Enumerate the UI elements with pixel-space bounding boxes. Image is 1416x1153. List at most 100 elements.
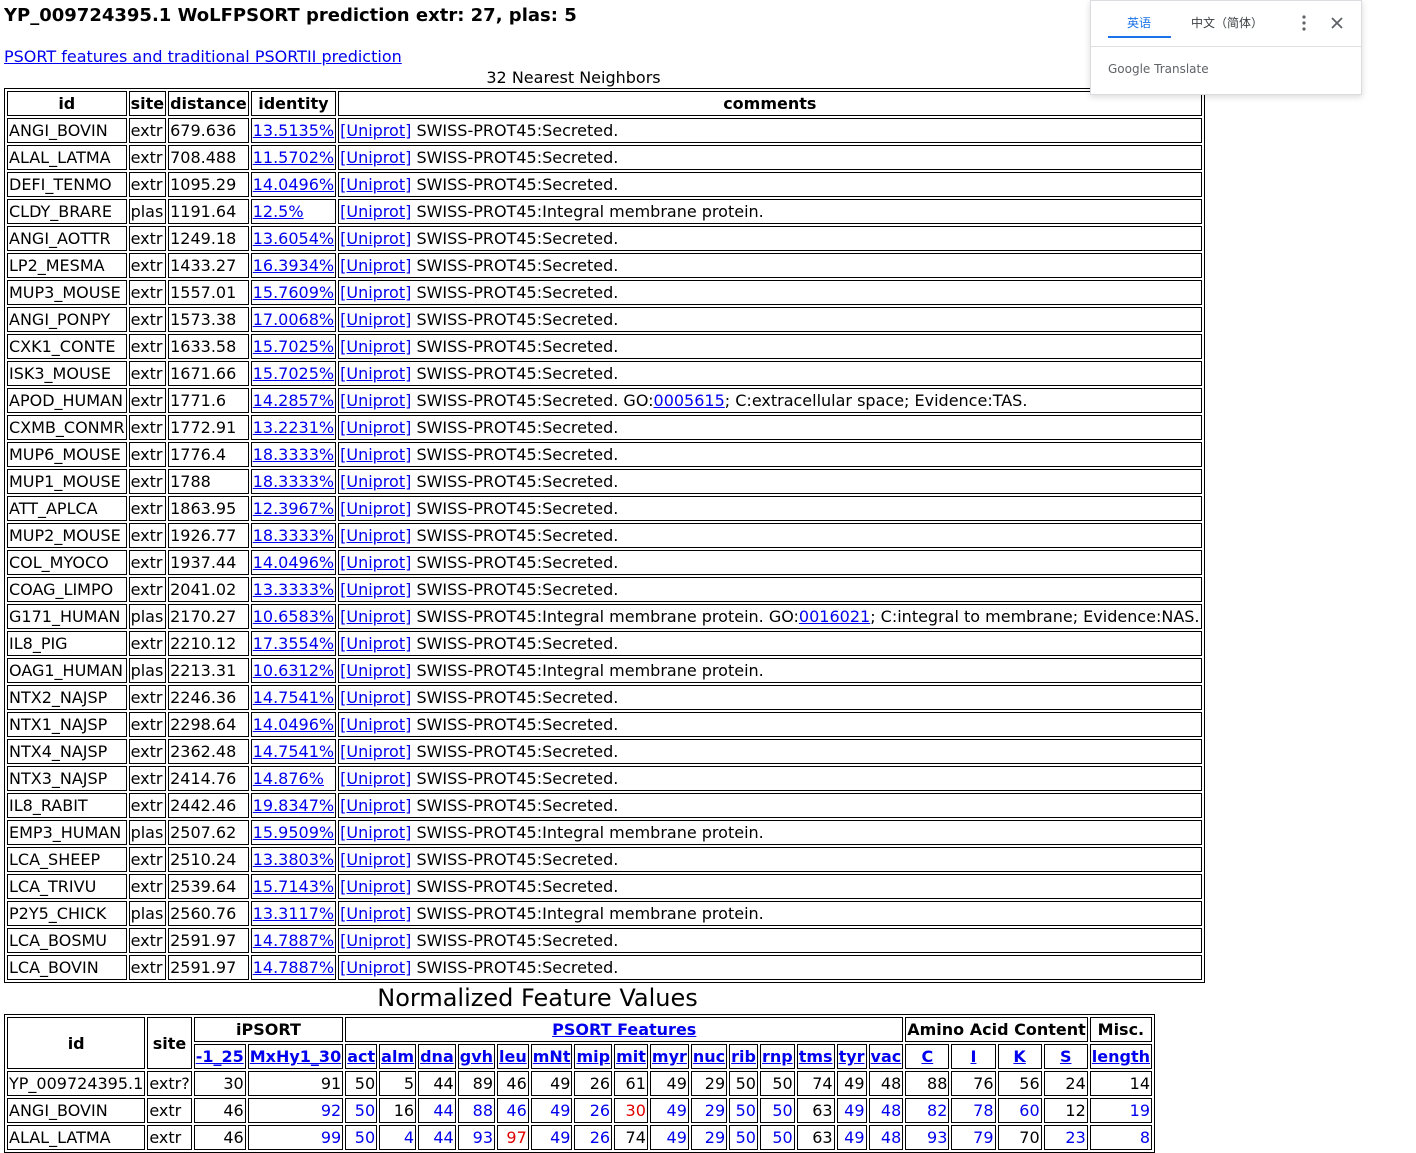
nn-identity-cell[interactable]: 19.8347% xyxy=(250,793,337,818)
feature-column-header[interactable]: mip xyxy=(574,1044,613,1069)
uniprot-link[interactable]: [Uniprot] xyxy=(340,607,411,626)
nn-identity-link[interactable]: 12.3967% xyxy=(253,499,334,518)
feature-column-sort-link[interactable]: tms xyxy=(799,1047,833,1066)
feature-column-header[interactable]: tyr xyxy=(836,1044,867,1069)
nn-identity-link[interactable]: 14.0496% xyxy=(253,553,334,572)
nn-identity-cell[interactable]: 11.5702% xyxy=(250,145,337,170)
nn-identity-link[interactable]: 16.3934% xyxy=(253,256,334,275)
feature-column-sort-link[interactable]: rnp xyxy=(762,1047,793,1066)
feature-column-header[interactable]: leu xyxy=(497,1044,529,1069)
feature-column-sort-link[interactable]: rib xyxy=(731,1047,756,1066)
nn-identity-cell[interactable]: 13.2231% xyxy=(250,415,337,440)
translate-tab-chinese-simplified[interactable]: 中文（简体） xyxy=(1191,14,1263,31)
feature-column-header[interactable]: myr xyxy=(649,1044,689,1069)
feature-column-sort-link[interactable]: myr xyxy=(652,1047,687,1066)
uniprot-link[interactable]: [Uniprot] xyxy=(340,229,411,248)
feature-column-sort-link[interactable]: MxHy1_30 xyxy=(250,1047,341,1066)
feature-column-sort-link[interactable]: K xyxy=(1013,1047,1025,1066)
nn-identity-cell[interactable]: 13.3803% xyxy=(250,847,337,872)
nn-identity-cell[interactable]: 12.3967% xyxy=(250,496,337,521)
nn-identity-link[interactable]: 13.5135% xyxy=(253,121,334,140)
nn-identity-link[interactable]: 14.7887% xyxy=(253,958,334,977)
nn-identity-cell[interactable]: 14.7887% xyxy=(250,928,337,953)
nn-identity-link[interactable]: 14.7541% xyxy=(253,742,334,761)
nn-identity-cell[interactable]: 13.6054% xyxy=(250,226,337,251)
feature-column-header[interactable]: vac xyxy=(868,1044,904,1069)
nn-identity-cell[interactable]: 12.5% xyxy=(250,199,337,224)
go-term-link[interactable]: 0005615 xyxy=(654,391,725,410)
feature-column-header[interactable]: C xyxy=(905,1044,950,1069)
feature-column-header[interactable]: act xyxy=(345,1044,378,1069)
feature-column-header[interactable]: length xyxy=(1089,1044,1152,1069)
nn-identity-link[interactable]: 13.3803% xyxy=(253,850,334,869)
feature-column-header[interactable]: tms xyxy=(796,1044,835,1069)
feature-column-header[interactable]: rib xyxy=(729,1044,758,1069)
nn-identity-cell[interactable]: 14.7887% xyxy=(250,955,337,980)
nn-identity-link[interactable]: 14.876% xyxy=(253,769,324,788)
nn-identity-cell[interactable]: 14.7541% xyxy=(250,685,337,710)
nn-identity-link[interactable]: 15.7143% xyxy=(253,877,334,896)
nn-identity-link[interactable]: 14.0496% xyxy=(253,175,334,194)
nn-identity-link[interactable]: 18.3333% xyxy=(253,445,334,464)
feature-column-sort-link[interactable]: mit xyxy=(616,1047,646,1066)
feature-column-sort-link[interactable]: mNt xyxy=(533,1047,571,1066)
nn-identity-link[interactable]: 12.5% xyxy=(253,202,304,221)
feature-column-header[interactable]: rnp xyxy=(759,1044,795,1069)
uniprot-link[interactable]: [Uniprot] xyxy=(340,931,411,950)
feature-column-sort-link[interactable]: vac xyxy=(871,1047,902,1066)
uniprot-link[interactable]: [Uniprot] xyxy=(340,175,411,194)
nn-identity-link[interactable]: 14.2857% xyxy=(253,391,334,410)
nn-identity-cell[interactable]: 14.7541% xyxy=(250,739,337,764)
feature-column-header[interactable]: gvh xyxy=(457,1044,496,1069)
uniprot-link[interactable]: [Uniprot] xyxy=(340,715,411,734)
psort-features-header-link[interactable]: PSORT Features xyxy=(552,1020,696,1039)
feature-column-sort-link[interactable]: mip xyxy=(576,1047,610,1066)
nn-identity-cell[interactable]: 14.0496% xyxy=(250,550,337,575)
nn-identity-link[interactable]: 13.2231% xyxy=(253,418,334,437)
feature-column-header[interactable]: dna xyxy=(418,1044,456,1069)
uniprot-link[interactable]: [Uniprot] xyxy=(340,958,411,977)
nn-identity-cell[interactable]: 13.3333% xyxy=(250,577,337,602)
uniprot-link[interactable]: [Uniprot] xyxy=(340,877,411,896)
nn-identity-cell[interactable]: 14.0496% xyxy=(250,712,337,737)
nn-identity-cell[interactable]: 10.6583% xyxy=(250,604,337,629)
uniprot-link[interactable]: [Uniprot] xyxy=(340,148,411,167)
nn-identity-link[interactable]: 19.8347% xyxy=(253,796,334,815)
uniprot-link[interactable]: [Uniprot] xyxy=(340,121,411,140)
nn-identity-cell[interactable]: 17.3554% xyxy=(250,631,337,656)
uniprot-link[interactable]: [Uniprot] xyxy=(340,391,411,410)
uniprot-link[interactable]: [Uniprot] xyxy=(340,310,411,329)
feature-column-sort-link[interactable]: I xyxy=(970,1047,976,1066)
uniprot-link[interactable]: [Uniprot] xyxy=(340,418,411,437)
nn-identity-cell[interactable]: 18.3333% xyxy=(250,442,337,467)
nn-identity-cell[interactable]: 15.7609% xyxy=(250,280,337,305)
nn-identity-link[interactable]: 15.9509% xyxy=(253,823,334,842)
nn-identity-link[interactable]: 13.3333% xyxy=(253,580,334,599)
uniprot-link[interactable]: [Uniprot] xyxy=(340,499,411,518)
uniprot-link[interactable]: [Uniprot] xyxy=(340,634,411,653)
feature-column-sort-link[interactable]: gvh xyxy=(460,1047,493,1066)
nn-identity-link[interactable]: 17.3554% xyxy=(253,634,334,653)
nn-identity-cell[interactable]: 13.3117% xyxy=(250,901,337,926)
nn-identity-cell[interactable]: 10.6312% xyxy=(250,658,337,683)
feature-column-sort-link[interactable]: tyr xyxy=(839,1047,865,1066)
uniprot-link[interactable]: [Uniprot] xyxy=(340,472,411,491)
feature-column-sort-link[interactable]: dna xyxy=(420,1047,454,1066)
uniprot-link[interactable]: [Uniprot] xyxy=(340,742,411,761)
feature-column-sort-link[interactable]: leu xyxy=(499,1047,527,1066)
uniprot-link[interactable]: [Uniprot] xyxy=(340,202,411,221)
uniprot-link[interactable]: [Uniprot] xyxy=(340,661,411,680)
uniprot-link[interactable]: [Uniprot] xyxy=(340,796,411,815)
nn-identity-cell[interactable]: 16.3934% xyxy=(250,253,337,278)
nn-identity-cell[interactable]: 14.876% xyxy=(250,766,337,791)
uniprot-link[interactable]: [Uniprot] xyxy=(340,580,411,599)
nn-identity-link[interactable]: 14.0496% xyxy=(253,715,334,734)
nn-identity-link[interactable]: 13.3117% xyxy=(253,904,334,923)
nn-identity-cell[interactable]: 17.0068% xyxy=(250,307,337,332)
nn-identity-link[interactable]: 15.7609% xyxy=(253,283,334,302)
uniprot-link[interactable]: [Uniprot] xyxy=(340,904,411,923)
nn-identity-cell[interactable]: 15.7025% xyxy=(250,361,337,386)
feature-column-header[interactable]: alm xyxy=(379,1044,417,1069)
psort-features-link[interactable]: PSORT features and traditional PSORTII p… xyxy=(4,47,402,66)
feature-column-header[interactable]: K xyxy=(997,1044,1042,1069)
